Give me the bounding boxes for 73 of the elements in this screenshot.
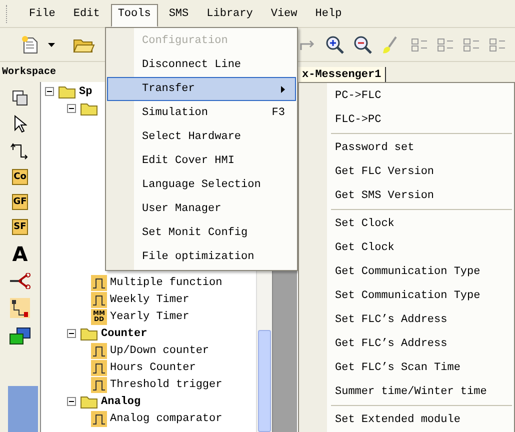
tree-item[interactable]: Threshold trigger <box>110 378 222 390</box>
menu-item[interactable]: Set Communication Type <box>300 284 513 308</box>
menu-item[interactable]: PC->FLC <box>300 84 513 108</box>
folder-icon[interactable] <box>80 394 98 408</box>
menu-item[interactable]: View <box>264 4 304 24</box>
zoom-in-icon[interactable] <box>325 34 345 54</box>
network-icon[interactable] <box>10 298 30 318</box>
pulse-icon <box>91 360 107 376</box>
tool-button[interactable]: SF <box>12 219 28 235</box>
menu-item[interactable]: Get FLC’s Scan Time <box>300 356 513 380</box>
zoom-out-icon[interactable] <box>353 34 373 54</box>
tree-item[interactable]: Weekly Timer <box>110 294 190 306</box>
tree-item[interactable]: Analog comparator <box>110 412 222 424</box>
menu-item[interactable]: Get Communication Type <box>300 260 513 284</box>
expander-icon[interactable] <box>67 397 76 406</box>
menu-item[interactable]: Edit Cover HMI <box>107 149 296 173</box>
menu-item[interactable]: Get FLC’s Address <box>300 332 513 356</box>
menu-item[interactable]: Help <box>308 4 349 24</box>
menu-item[interactable]: Set Monit Config <box>107 221 296 245</box>
caret-icon[interactable] <box>48 42 55 46</box>
folder-icon[interactable] <box>58 84 76 98</box>
tree-item[interactable]: Up/Down counter <box>110 344 210 356</box>
tree-folder[interactable]: Analog <box>101 396 141 408</box>
document-tab[interactable]: x-Messenger1 <box>298 67 386 82</box>
pulse-icon <box>91 292 107 308</box>
menu-item[interactable]: Set Extended module <box>300 408 513 432</box>
menu-item[interactable]: SMS <box>162 4 196 24</box>
menu-item[interactable]: Language Selection <box>107 173 296 197</box>
menu-item[interactable]: FLC->PC <box>300 108 513 132</box>
computers-icon[interactable] <box>9 327 31 345</box>
pulse-icon <box>91 274 107 290</box>
tree-item[interactable]: Yearly Timer <box>110 310 190 322</box>
tree-item[interactable]: Hours Counter <box>110 362 196 374</box>
pulse-icon <box>91 376 107 392</box>
text-tool-button[interactable]: A <box>12 244 28 264</box>
pulse-icon <box>91 410 107 426</box>
panel-title: Workspace <box>2 66 56 78</box>
menu-item[interactable]: Library <box>200 4 260 24</box>
redo-icon[interactable] <box>299 38 317 52</box>
menu-item[interactable]: Get FLC Version <box>300 160 513 184</box>
tree-folder[interactable]: Counter <box>101 328 148 340</box>
menu-item[interactable]: Get SMS Version <box>300 184 513 208</box>
menu-item[interactable]: Edit <box>66 4 107 24</box>
menu-item[interactable]: Disconnect Line <box>107 53 296 77</box>
tool-button[interactable]: Co <box>12 169 28 185</box>
scissors-icon[interactable] <box>9 273 31 289</box>
menu-item[interactable]: User Manager <box>107 197 296 221</box>
menu-item[interactable]: Tools <box>110 4 158 26</box>
menu-item[interactable]: Summer time/Winter time <box>300 380 513 404</box>
menu-item[interactable]: Get Clock <box>300 236 513 260</box>
menu-item[interactable]: Set Clock <box>300 212 513 236</box>
menu-item[interactable]: Set FLC’s Address <box>300 308 513 332</box>
new-document-icon[interactable] <box>20 34 40 54</box>
folder-icon[interactable] <box>80 102 98 116</box>
menu-item[interactable]: Transfer <box>107 77 296 101</box>
folder-icon[interactable] <box>80 326 98 340</box>
expander-icon[interactable] <box>67 104 76 113</box>
layers-icon[interactable] <box>12 90 28 106</box>
connector-icon[interactable] <box>10 142 30 160</box>
menu-item[interactable]: Password set <box>300 136 513 160</box>
tree-item[interactable]: Multiple function <box>110 276 222 288</box>
menu-item[interactable]: Select Hardware <box>107 125 296 149</box>
expander-icon[interactable] <box>67 329 76 338</box>
submenu-arrow-icon <box>281 86 285 92</box>
pulse-icon <box>91 342 107 358</box>
menu-item[interactable]: File <box>22 4 62 24</box>
tree-folder[interactable]: Sp <box>79 86 92 98</box>
menu-item[interactable]: Simulation F3 <box>107 101 296 125</box>
menu-item[interactable]: File optimization <box>107 245 296 269</box>
tool-button[interactable]: GF <box>12 194 28 210</box>
scroll-thumb[interactable] <box>258 330 271 432</box>
expander-icon[interactable] <box>45 87 54 96</box>
pointer-icon[interactable] <box>13 115 27 133</box>
